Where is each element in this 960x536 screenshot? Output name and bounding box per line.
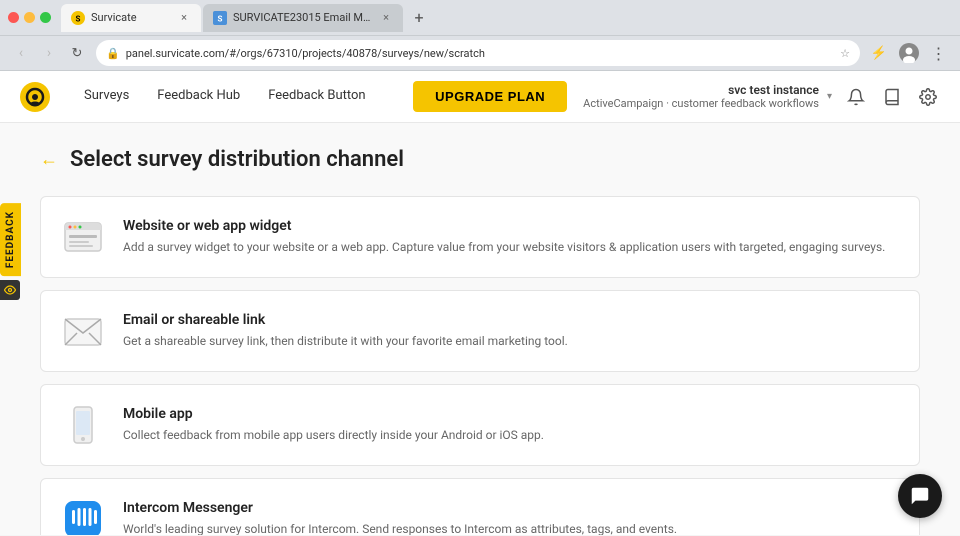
reload-button[interactable]: ↻ [64, 40, 90, 66]
account-chevron-icon: ▾ [827, 91, 832, 102]
account-info: svc test instance ActiveCampaign · custo… [583, 83, 819, 110]
email-card-title: Email or shareable link [123, 312, 568, 328]
address-bar-row: ‹ › ↻ 🔒 panel.survicate.com/#/orgs/67310… [0, 36, 960, 71]
channel-cards: Website or web app widget Add a survey w… [40, 196, 920, 535]
bookmark-icon[interactable]: ☆ [840, 47, 850, 60]
top-nav: Surveys Feedback Hub Feedback Button UPG… [0, 71, 960, 123]
svg-text:S: S [76, 14, 81, 23]
account-section[interactable]: svc test instance ActiveCampaign · custo… [583, 83, 832, 110]
tab-1-close[interactable]: × [177, 11, 191, 25]
channel-card-website[interactable]: Website or web app widget Add a survey w… [40, 196, 920, 278]
chat-bubble[interactable] [898, 474, 942, 518]
top-nav-icons [840, 81, 944, 113]
account-subtitle: ActiveCampaign · customer feedback workf… [583, 97, 819, 110]
page-header: ← Select survey distribution channel [40, 147, 920, 172]
forward-button[interactable]: › [36, 40, 62, 66]
channel-card-email[interactable]: Email or shareable link Get a shareable … [40, 290, 920, 372]
tab-1-title: Survicate [91, 11, 171, 24]
svg-text:S: S [218, 14, 223, 23]
intercom-card-title: Intercom Messenger [123, 500, 677, 516]
address-text: panel.survicate.com/#/orgs/67310/project… [126, 47, 834, 60]
tab-2-close[interactable]: × [379, 11, 393, 25]
email-card-text: Email or shareable link Get a shareable … [123, 312, 568, 350]
website-card-title: Website or web app widget [123, 218, 885, 234]
tab-2-favicon: S [213, 11, 227, 25]
mobile-card-text: Mobile app Collect feedback from mobile … [123, 406, 544, 444]
dot-green[interactable] [40, 12, 51, 23]
channel-card-mobile[interactable]: Mobile app Collect feedback from mobile … [40, 384, 920, 466]
tab-1-favicon: S [71, 11, 85, 25]
channel-card-intercom[interactable]: Intercom Messenger World's leading surve… [40, 478, 920, 535]
intercom-card-desc: World's leading survey solution for Inte… [123, 520, 677, 535]
dot-yellow[interactable] [24, 12, 35, 23]
tab-1[interactable]: S Survicate × [61, 4, 201, 32]
nav-links: Surveys Feedback Hub Feedback Button [70, 71, 413, 123]
app-wrapper: Surveys Feedback Hub Feedback Button UPG… [0, 71, 960, 535]
main-content: FEEDBACK ← Select survey distribution ch… [0, 123, 960, 535]
nav-link-feedback-button[interactable]: Feedback Button [254, 71, 379, 123]
tab-2[interactable]: S SURVICATE23015 Email Marke... × [203, 4, 403, 32]
logo[interactable] [16, 78, 54, 116]
dot-red[interactable] [8, 12, 19, 23]
website-icon [61, 215, 105, 259]
browser-actions: ⚡ ⋮ [866, 40, 952, 66]
back-arrow-button[interactable]: ← [40, 149, 58, 170]
page-title: Select survey distribution channel [70, 147, 404, 172]
back-button[interactable]: ‹ [8, 40, 34, 66]
mobile-icon [61, 403, 105, 447]
extensions-icon[interactable]: ⚡ [866, 40, 892, 66]
website-card-desc: Add a survey widget to your website or a… [123, 238, 885, 256]
browser-dots [8, 12, 51, 23]
account-name: svc test instance [583, 83, 819, 97]
browser-chrome: S Survicate × S SURVICATE23015 Email Mar… [0, 0, 960, 36]
upgrade-plan-button[interactable]: UPGRADE PLAN [413, 81, 567, 112]
book-icon-button[interactable] [876, 81, 908, 113]
email-icon [61, 309, 105, 353]
nav-link-feedback-hub[interactable]: Feedback Hub [143, 71, 254, 123]
gear-icon-button[interactable] [912, 81, 944, 113]
intercom-card-text: Intercom Messenger World's leading surve… [123, 500, 677, 535]
mobile-card-desc: Collect feedback from mobile app users d… [123, 426, 544, 444]
email-card-desc: Get a shareable survey link, then distri… [123, 332, 568, 350]
feedback-label-tab[interactable]: FEEDBACK [0, 203, 21, 276]
mobile-card-title: Mobile app [123, 406, 544, 422]
intercom-icon [61, 497, 105, 535]
new-tab-button[interactable]: + [405, 4, 433, 32]
feedback-eye-icon[interactable] [0, 280, 20, 300]
tab-2-title: SURVICATE23015 Email Marke... [233, 11, 373, 24]
feedback-side-widget: FEEDBACK [0, 203, 21, 300]
nav-link-surveys[interactable]: Surveys [70, 71, 143, 123]
nav-buttons: ‹ › ↻ [8, 40, 90, 66]
tab-bar: S Survicate × S SURVICATE23015 Email Mar… [61, 4, 952, 32]
website-card-text: Website or web app widget Add a survey w… [123, 218, 885, 256]
address-bar[interactable]: 🔒 panel.survicate.com/#/orgs/67310/proje… [96, 40, 860, 66]
menu-icon[interactable]: ⋮ [926, 40, 952, 66]
bell-icon-button[interactable] [840, 81, 872, 113]
profile-icon[interactable] [896, 40, 922, 66]
lock-icon: 🔒 [106, 47, 120, 60]
